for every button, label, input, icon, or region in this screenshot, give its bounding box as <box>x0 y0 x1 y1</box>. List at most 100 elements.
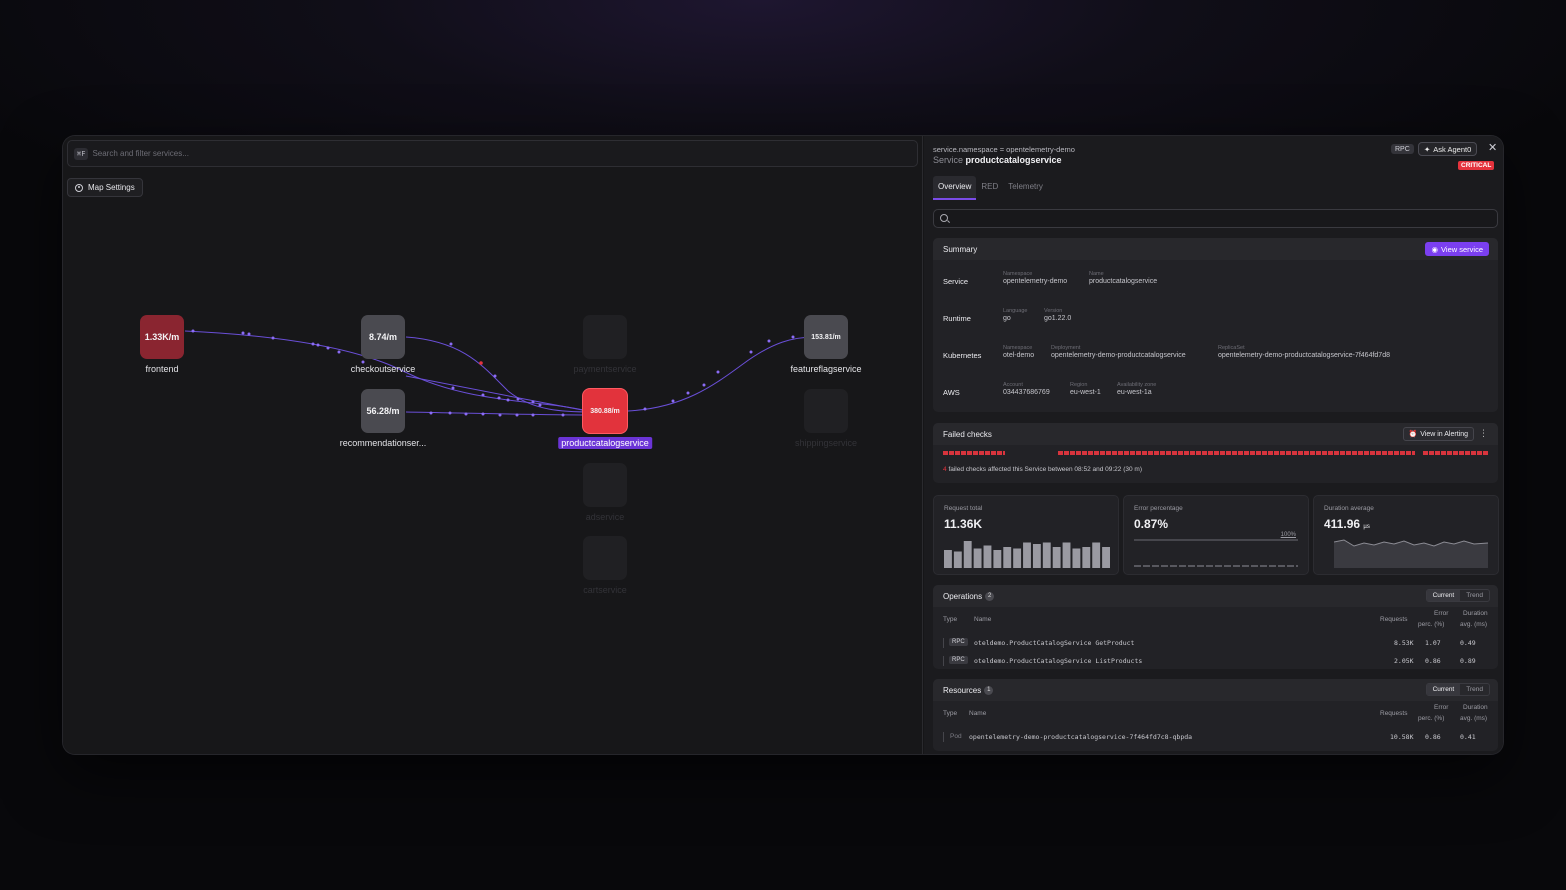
node-label-adservice: adservice <box>585 512 625 522</box>
operations-card: Operations 2 Current Trend Type Name Requ… <box>933 585 1498 669</box>
operations-view-toggle: Current Trend <box>1425 589 1490 602</box>
node-frontend[interactable]: 1.33K/m <box>140 315 184 359</box>
node-productcatalogservice[interactable]: 380.88/m <box>583 389 627 433</box>
failed-check-timeline <box>1423 451 1488 455</box>
duration-average-label: Duration average <box>1324 505 1374 512</box>
namespace-filter: service.namespace = opentelemetry-demo <box>933 145 1075 154</box>
node-label-featureflagservice: featureflagservice <box>790 364 862 374</box>
summary-card: Summary ◉ View service Service Namespace… <box>933 238 1498 412</box>
error-percentage-value: 0.87% <box>1134 517 1169 531</box>
col-duration-2: avg. (ms) <box>1460 621 1488 628</box>
col-requests[interactable]: Requests <box>1380 616 1407 623</box>
node-checkoutservice[interactable]: 8.74/m <box>361 315 405 359</box>
summary-service-label: Service <box>943 277 969 286</box>
kv-zone: Availability zone eu-west-1a <box>1117 382 1157 396</box>
request-bar <box>953 551 962 568</box>
node-featureflagservice[interactable]: 153.81/m <box>804 315 848 359</box>
duration-average-chart <box>1334 539 1489 568</box>
request-bar <box>1013 548 1022 568</box>
col-requests[interactable]: Requests <box>1380 710 1407 717</box>
tab-red[interactable]: RED <box>976 176 1003 200</box>
service-detail-panel: service.namespace = opentelemetry-demo S… <box>924 136 1503 754</box>
current-toggle[interactable]: Current <box>1426 590 1461 601</box>
error-percentage-card: Error percentage 0.87% 100% <box>1123 495 1309 575</box>
operation-error: 1.07 <box>1425 639 1441 647</box>
panel-search-input[interactable] <box>933 209 1498 228</box>
summary-runtime-label: Runtime <box>943 314 971 323</box>
request-bar <box>963 541 972 568</box>
view-service-label: View service <box>1441 244 1483 254</box>
col-duration-2: avg. (ms) <box>1460 715 1488 722</box>
request-bar <box>993 550 1002 568</box>
col-error-2: perc. (%) <box>1418 715 1445 722</box>
node-recommendationservice[interactable]: 56.28/m <box>361 389 405 433</box>
request-bar <box>1042 542 1051 568</box>
view-service-button[interactable]: ◉ View service <box>1425 242 1489 256</box>
view-in-alerting-button[interactable]: ⏰ View in Alerting <box>1402 427 1474 441</box>
node-label-checkoutservice: checkoutservice <box>350 364 416 374</box>
edge-frontend-checkout-branch <box>405 375 594 413</box>
col-name: Name <box>969 710 987 717</box>
agent-icon: ✦ <box>1424 144 1431 154</box>
duration-average-value: 411.96 µs <box>1324 517 1370 531</box>
summary-title: Summary <box>933 238 1498 260</box>
request-bar <box>1092 542 1101 568</box>
request-bar <box>1072 548 1081 568</box>
failed-checks-count: 4 <box>943 466 947 473</box>
resources-count: 1 <box>984 685 994 695</box>
ask-agent-label: Ask Agent0 <box>1433 144 1472 154</box>
operation-name: oteldemo.ProductCatalogService ListProdu… <box>974 657 1143 665</box>
trend-toggle[interactable]: Trend <box>1460 684 1489 695</box>
operation-error: 0.86 <box>1425 657 1441 665</box>
summary-aws-label: AWS <box>943 388 960 397</box>
trend-toggle[interactable]: Trend <box>1460 590 1489 601</box>
request-bar <box>1102 547 1110 568</box>
col-duration-1: Duration <box>1463 610 1488 617</box>
request-total-card: Request total 11.36K <box>933 495 1119 575</box>
service-map[interactable]: ⌘F Search and filter services... Map Set… <box>63 136 923 754</box>
summary-kubernetes-label: Kubernetes <box>943 351 982 360</box>
node-adservice[interactable] <box>583 463 627 507</box>
panel-tabs: Overview RED Telemetry <box>933 176 1048 200</box>
col-name: Name <box>974 616 992 623</box>
request-bar <box>1082 547 1091 568</box>
node-paymentservice[interactable] <box>583 315 627 359</box>
request-bar <box>1032 544 1041 568</box>
request-total-label: Request total <box>944 505 983 512</box>
operation-duration: 0.49 <box>1460 639 1476 647</box>
view-in-alerting-label: View in Alerting <box>1420 430 1468 438</box>
kv-language: Language go <box>1003 308 1028 322</box>
more-options-icon[interactable]: ⋮ <box>1479 428 1488 439</box>
node-cartservice[interactable] <box>583 536 627 580</box>
resource-type: Pod <box>950 733 962 740</box>
panel-title: Service productcatalogservice <box>933 155 1062 165</box>
request-bar <box>973 548 982 568</box>
kv-namespace: Namespace opentelemetry-demo <box>1003 271 1068 285</box>
node-shippingservice[interactable] <box>804 389 848 433</box>
node-label-cartservice: cartservice <box>583 585 627 595</box>
type-badge: RPC <box>949 656 968 664</box>
resources-card: Resources 1 Current Trend Type Name Reque… <box>933 679 1498 751</box>
tab-telemetry[interactable]: Telemetry <box>1003 176 1048 200</box>
resources-view-toggle: Current Trend <box>1425 683 1490 696</box>
request-total-chart <box>944 541 1110 568</box>
resource-requests: 10.58K <box>1390 733 1414 741</box>
request-total-value: 11.36K <box>944 517 983 531</box>
current-toggle[interactable]: Current <box>1426 684 1461 695</box>
operation-requests: 2.05K <box>1394 657 1414 665</box>
request-bar <box>944 550 952 568</box>
resource-duration: 0.41 <box>1460 733 1476 741</box>
request-bar <box>1062 542 1071 568</box>
col-error-1: Error <box>1434 704 1449 711</box>
operation-name: oteldemo.ProductCatalogService GetProduc… <box>974 639 1135 647</box>
failed-checks-summary: 4 failed checks affected this Service be… <box>943 466 1142 473</box>
error-percentage-label: Error percentage <box>1134 505 1183 512</box>
operation-requests: 8.53K <box>1394 639 1414 647</box>
node-label-frontend: frontend <box>145 364 179 374</box>
tab-overview[interactable]: Overview <box>933 176 977 200</box>
ask-agent-button[interactable]: ✦ Ask Agent0 <box>1418 142 1478 156</box>
close-icon[interactable]: ✕ <box>1488 141 1497 154</box>
resource-name: opentelemetry-demo-productcatalogservice… <box>969 733 1193 741</box>
col-type: Type <box>943 710 958 717</box>
operation-duration: 0.89 <box>1460 657 1476 665</box>
